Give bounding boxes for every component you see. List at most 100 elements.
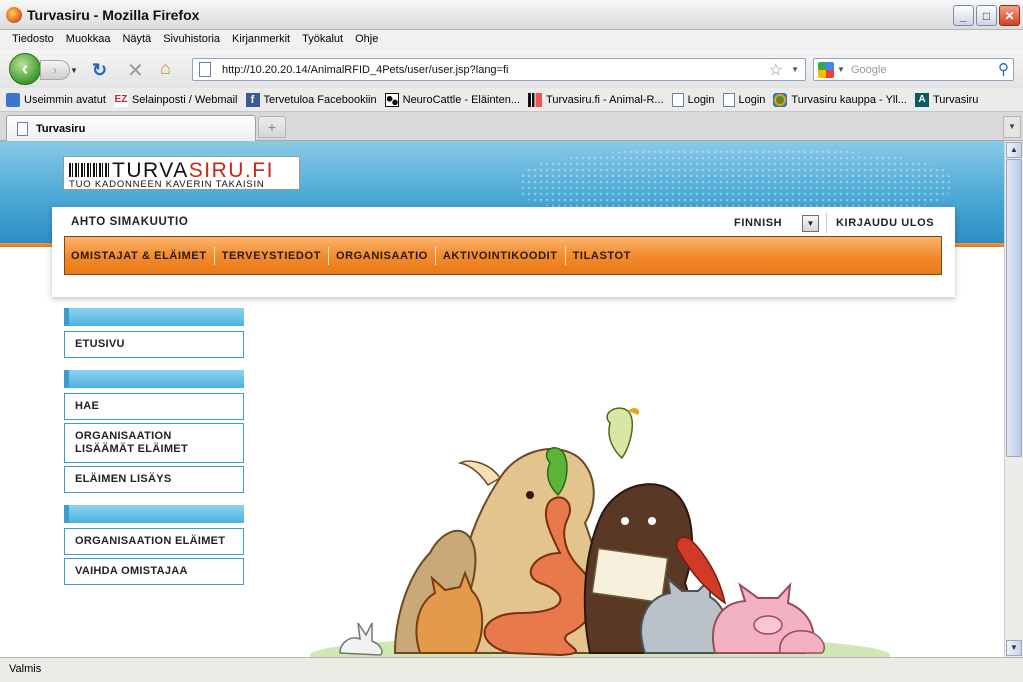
joomla-icon <box>773 92 788 107</box>
header-panel: AHTO SIMAKUUTIO FINNISH ▼ KIRJAUDU ULOS … <box>52 207 955 297</box>
status-text: Valmis <box>9 663 42 675</box>
nav-divider <box>213 246 215 265</box>
search-engine-dropdown-icon[interactable]: ▼ <box>837 65 845 74</box>
menu-tyokalut[interactable]: Työkalut <box>296 30 349 50</box>
stop-icon[interactable]: ✕ <box>127 58 144 83</box>
vertical-scrollbar[interactable]: ▲ ▼ <box>1004 141 1023 657</box>
address-bar[interactable]: http://10.20.20.14/AnimalRFID_4Pets/user… <box>192 58 806 81</box>
menu-kirjanmerkit[interactable]: Kirjanmerkit <box>226 30 296 50</box>
bookmark-label: Useimmin avatut <box>24 93 106 106</box>
new-tab-button[interactable]: + <box>258 116 286 138</box>
bookmark-facebook[interactable]: f Tervetuloa Facebookiin <box>245 88 377 111</box>
sidebar-item-etusivu[interactable]: ETUSIVU <box>64 331 244 358</box>
smart-bookmark-icon <box>6 92 20 107</box>
address-url[interactable]: http://10.20.20.14/AnimalRFID_4Pets/user… <box>222 64 508 76</box>
menu-ohje[interactable]: Ohje <box>349 30 384 50</box>
google-icon[interactable] <box>818 62 834 78</box>
close-button[interactable]: ✕ <box>999 5 1020 26</box>
bookmark-turvasiru[interactable]: A Turvasiru <box>914 88 979 111</box>
sidebar-section-header <box>64 370 244 388</box>
bookmark-label: Turvasiru <box>932 93 979 106</box>
back-arrow-icon: ‹ <box>21 57 29 80</box>
window-title: Turvasiru - Mozilla Firefox <box>27 7 200 23</box>
bookmark-turvasiru-fi[interactable]: Turvasiru.fi - Animal-R... <box>528 88 664 111</box>
nav-tilastot[interactable]: TILASTOT <box>573 250 631 262</box>
site-logo[interactable]: TURVASIRU.FI TUO KADONNEEN KAVERIN TAKAI… <box>63 156 300 190</box>
bookmark-neurocattle[interactable]: NeuroCattle - Eläinten... <box>384 88 520 111</box>
nav-divider <box>434 246 436 265</box>
divider <box>826 213 827 233</box>
page-icon <box>17 122 28 136</box>
turvasiru-icon <box>528 92 543 107</box>
sidebar-item-organisaation-elaimet[interactable]: ORGANISAATION ELÄIMET <box>64 528 244 555</box>
menu-muokkaa[interactable]: Muokkaa <box>60 30 117 50</box>
bookmark-label: Turvasiru kauppa - Yll... <box>791 93 907 106</box>
page-icon <box>722 92 735 107</box>
sidebar-section-header <box>64 505 244 523</box>
nav-divider <box>564 246 566 265</box>
tab-turvasiru[interactable]: Turvasiru <box>6 115 256 141</box>
search-input[interactable]: Google <box>851 64 886 76</box>
language-select[interactable]: FINNISH <box>734 217 782 229</box>
url-dropdown-icon[interactable]: ▼ <box>791 65 799 74</box>
chevron-down-icon[interactable]: ▼ <box>802 215 819 232</box>
letter-a-icon: A <box>914 92 929 107</box>
bookmark-label: Login <box>687 93 715 106</box>
forward-arrow-icon: › <box>53 63 57 77</box>
menu-tiedosto[interactable]: Tiedosto <box>6 30 60 50</box>
reload-icon[interactable]: ↻ <box>92 60 107 81</box>
menu-sivuhistoria[interactable]: Sivuhistoria <box>157 30 226 50</box>
nav-omistajat-elaimet[interactable]: OMISTAJAT & ELÄIMET <box>71 250 207 262</box>
page-icon <box>199 62 211 77</box>
scroll-up-icon[interactable]: ▲ <box>1006 142 1022 158</box>
user-name: AHTO SIMAKUUTIO <box>71 216 189 228</box>
nav-organisaatio[interactable]: ORGANISAATIO <box>336 250 428 262</box>
sidebar-item-vaihda-omistajaa[interactable]: VAIHDA OMISTAJAA <box>64 558 244 585</box>
back-button[interactable]: ‹ <box>9 53 41 85</box>
window-controls: _ □ ✕ <box>953 5 1020 26</box>
logout-link[interactable]: KIRJAUDU ULOS <box>836 217 934 229</box>
navigation-toolbar: ‹ › ▼ ↻ ✕ ⌂ http://10.20.20.14/AnimalRFI… <box>0 50 1023 88</box>
page-icon <box>671 92 684 107</box>
history-dropdown-icon[interactable]: ▼ <box>70 66 78 75</box>
menu-nayta[interactable]: Näytä <box>116 30 157 50</box>
bookmark-login-1[interactable]: Login <box>671 88 715 111</box>
sidebar-item-hae[interactable]: HAE <box>64 393 244 420</box>
nav-aktivointikoodit[interactable]: AKTIVOINTIKOODIT <box>443 250 558 262</box>
bookmark-turvasiru-kauppa[interactable]: Turvasiru kauppa - Yll... <box>773 88 907 111</box>
home-icon[interactable]: ⌂ <box>160 58 171 79</box>
list-all-tabs-icon[interactable]: ▼ <box>1003 116 1021 138</box>
firefox-icon <box>6 7 22 23</box>
scroll-down-icon[interactable]: ▼ <box>1006 640 1022 656</box>
bookmark-label: Login <box>738 93 766 106</box>
bookmark-star-icon[interactable]: ☆ <box>769 60 783 80</box>
facebook-icon: f <box>245 92 260 107</box>
tab-bar: Turvasiru + ▼ <box>0 112 1023 141</box>
scrollbar-thumb[interactable] <box>1006 159 1022 457</box>
minimize-button[interactable]: _ <box>953 5 974 26</box>
bookmark-login-2[interactable]: Login <box>722 88 766 111</box>
tab-label: Turvasiru <box>36 123 86 135</box>
search-icon[interactable]: ⚲ <box>998 60 1009 78</box>
menu-bar: Tiedosto Muokkaa Näytä Sivuhistoria Kirj… <box>0 30 1023 50</box>
forward-button[interactable]: › <box>40 60 70 80</box>
bookmark-webmail[interactable]: EZ Selainposti / Webmail <box>113 88 238 111</box>
nav-terveystiedot[interactable]: TERVEYSTIEDOT <box>222 250 321 262</box>
search-bar[interactable]: ▼ Google ⚲ <box>813 58 1014 81</box>
main-navigation: OMISTAJAT & ELÄIMET TERVEYSTIEDOT ORGANI… <box>64 236 942 275</box>
bookmark-label: Turvasiru.fi - Animal-R... <box>546 93 664 106</box>
status-bar: Valmis <box>0 657 1023 682</box>
bookmark-useimmin-avatut[interactable]: Useimmin avatut <box>6 88 106 111</box>
maximize-button[interactable]: □ <box>976 5 997 26</box>
bookmarks-toolbar: Useimmin avatut EZ Selainposti / Webmail … <box>0 88 1023 112</box>
sidebar-menu: ETUSIVU HAE ORGANISAATION LISÄÄMÄT ELÄIM… <box>64 308 244 588</box>
cow-icon <box>384 92 399 107</box>
bookmark-label: Selainposti / Webmail <box>131 93 238 106</box>
sidebar-item-organisaation-lisaamat-elaimet[interactable]: ORGANISAATION LISÄÄMÄT ELÄIMET <box>64 423 244 463</box>
ez-icon: EZ <box>113 92 128 107</box>
sidebar-item-elaimen-lisays[interactable]: ELÄIMEN LISÄYS <box>64 466 244 493</box>
barcode-icon <box>69 163 109 177</box>
nav-divider <box>327 246 329 265</box>
window-titlebar: Turvasiru - Mozilla Firefox _ □ ✕ <box>0 0 1023 30</box>
